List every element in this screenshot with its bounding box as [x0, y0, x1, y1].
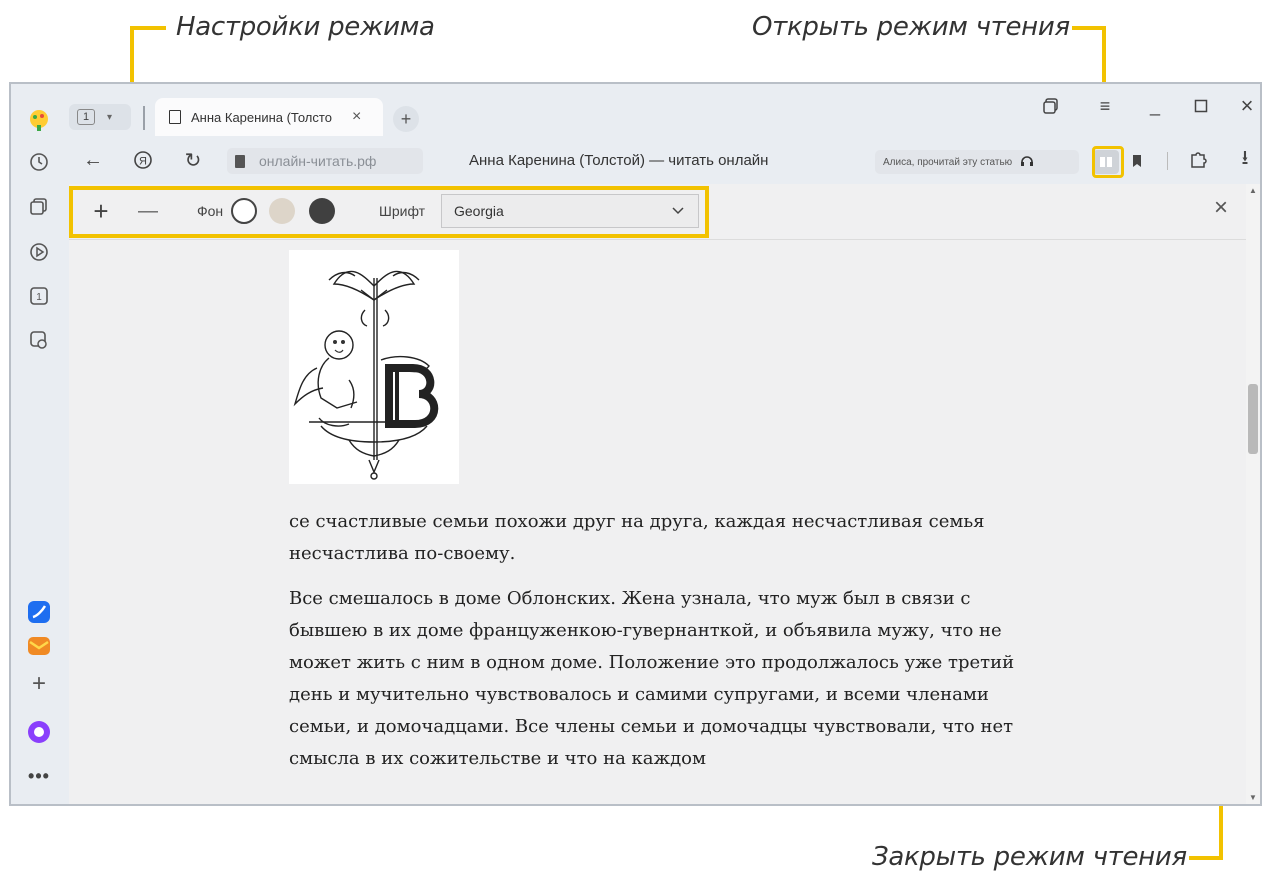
history-icon[interactable]: [27, 150, 51, 174]
new-tab-button[interactable]: +: [393, 106, 419, 132]
headphones-icon: [1020, 155, 1034, 170]
tab-counter-value: 1: [77, 109, 95, 125]
messenger-icon[interactable]: [27, 600, 51, 624]
tab-collections-icon[interactable]: [1037, 92, 1065, 120]
counter-icon[interactable]: 1: [27, 284, 51, 308]
page-info-icon[interactable]: [235, 154, 245, 168]
alice-icon[interactable]: [27, 720, 51, 744]
article-paragraph: се счастливые семьи похожи друг на друга…: [289, 511, 985, 564]
chevron-down-icon: ▾: [107, 111, 113, 123]
download-icon[interactable]: ⭳: [1231, 146, 1259, 174]
tab-counter[interactable]: 1 ▾: [69, 104, 131, 130]
scrollbar[interactable]: ▲ ▼: [1246, 184, 1260, 804]
close-window-icon[interactable]: ×: [1233, 92, 1260, 120]
font-increase-button[interactable]: +: [89, 196, 113, 226]
chevron-down-icon: [672, 203, 684, 219]
scrollbar-thumb[interactable]: [1248, 384, 1258, 454]
mail-icon[interactable]: [27, 634, 51, 658]
background-beige-swatch[interactable]: [269, 198, 295, 224]
scrollbar-down-arrow[interactable]: ▼: [1249, 793, 1257, 802]
callout-open-reader: Открыть режим чтения: [752, 12, 1070, 42]
tab-active[interactable]: Анна Каренина (Толсто ×: [155, 98, 383, 136]
callout-close-reader: Закрыть режим чтения: [872, 842, 1187, 872]
close-tab-icon[interactable]: ×: [352, 108, 361, 126]
background-label: Фон: [197, 203, 224, 219]
more-icon[interactable]: •••: [27, 764, 51, 788]
book-illustration: [289, 250, 459, 484]
callout-line: [1189, 856, 1223, 860]
browser-window: 1 + ••• 1 ▾ Анна Каренина (Толсто × + ≡ …: [9, 82, 1262, 806]
page-icon: [169, 110, 181, 124]
browser-sidebar: 1 + •••: [11, 84, 67, 804]
tab-title: Анна Каренина (Толсто: [191, 109, 332, 125]
reader-settings-bar: + — Фон Шрифт Georgia ×: [69, 184, 1246, 240]
callout-line: [132, 26, 166, 30]
font-decrease-button[interactable]: —: [133, 198, 163, 224]
close-reader-icon[interactable]: ×: [1209, 194, 1233, 222]
background-dark-swatch[interactable]: [309, 198, 335, 224]
yandex-search-icon[interactable]: Я: [129, 146, 157, 174]
alice-read-button[interactable]: Алиса, прочитай эту статью: [875, 150, 1079, 174]
font-select-value: Georgia: [454, 203, 504, 219]
bookmark-icon[interactable]: [1125, 148, 1149, 174]
scrollbar-up-arrow[interactable]: ▲: [1249, 186, 1257, 195]
svg-text:1: 1: [36, 292, 42, 303]
reader-view: + — Фон Шрифт Georgia × се счастливые се…: [69, 184, 1246, 804]
yandex-logo-icon[interactable]: [27, 108, 51, 132]
back-icon[interactable]: ←: [79, 146, 107, 174]
font-label: Шрифт: [379, 203, 426, 219]
screenshot-stage: Настройки режима Открыть режим чтения За…: [0, 0, 1262, 872]
alice-read-label: Алиса, прочитай эту статью: [883, 156, 1013, 168]
article-paragraph: Все смешалось в доме Облонских. Жена узн…: [289, 588, 1015, 769]
address-text: онлайн-читать.рф: [259, 153, 377, 169]
tab-bar: 1 ▾ Анна Каренина (Толсто × + ≡ _ ×: [67, 84, 1260, 136]
tab-divider: [143, 106, 145, 130]
screenshot-icon[interactable]: [27, 328, 51, 352]
maximize-icon[interactable]: [1187, 92, 1215, 120]
font-select[interactable]: Georgia: [441, 194, 699, 228]
callout-mode-settings: Настройки режима: [176, 12, 435, 42]
article-text: се счастливые семьи похожи друг на друга…: [289, 506, 1049, 788]
extensions-icon[interactable]: [1185, 146, 1213, 174]
background-white-swatch[interactable]: [231, 198, 257, 224]
add-icon[interactable]: +: [27, 670, 51, 697]
collections-icon[interactable]: [27, 194, 51, 218]
toolbar-divider: [1167, 152, 1168, 170]
page-title: Анна Каренина (Толстой) — читать онлайн: [469, 152, 769, 169]
open-reader-highlight: [1092, 146, 1124, 178]
reload-icon[interactable]: ↻: [179, 146, 207, 174]
callout-line: [1072, 26, 1106, 30]
address-bar[interactable]: онлайн-читать.рф: [227, 148, 423, 174]
menu-icon[interactable]: ≡: [1091, 92, 1119, 120]
play-icon[interactable]: [27, 240, 51, 264]
minimize-icon[interactable]: _: [1141, 92, 1169, 120]
navigation-toolbar: ← Я ↻ онлайн-читать.рф Анна Каренина (То…: [67, 136, 1260, 184]
svg-text:Я: Я: [139, 156, 147, 168]
